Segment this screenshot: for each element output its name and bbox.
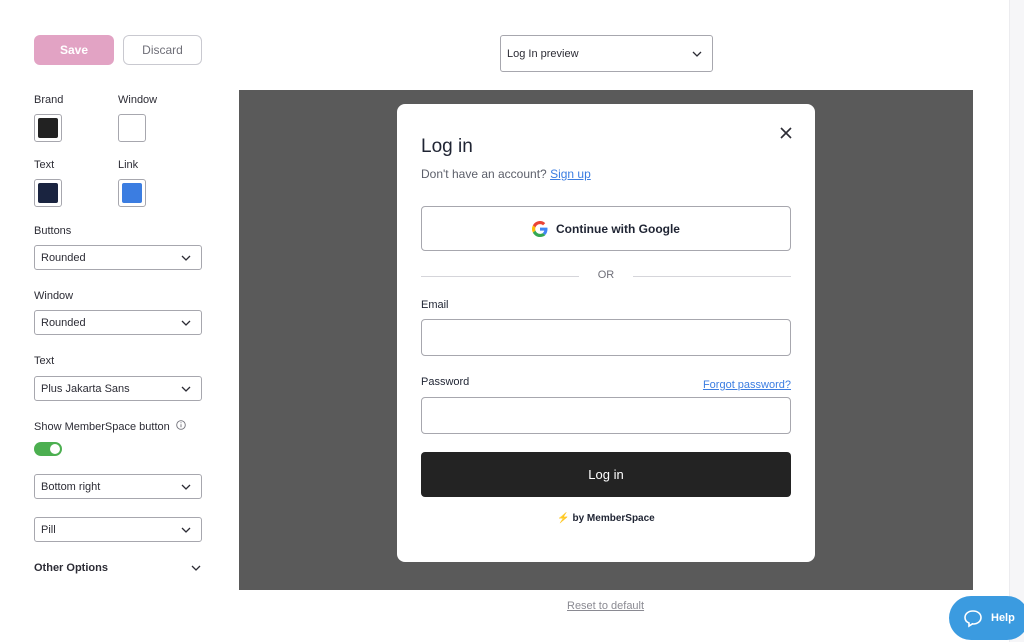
preview-select[interactable]: Log In preview — [500, 35, 713, 72]
modal-title: Log in — [421, 136, 473, 157]
email-label: Email — [421, 299, 449, 311]
buttons-style-select[interactable]: Rounded — [34, 245, 202, 270]
button-shape-value: Pill — [41, 523, 56, 536]
chevron-down-icon[interactable] — [190, 562, 202, 574]
sign-up-link[interactable]: Sign up — [550, 167, 591, 181]
show-memberspace-button-label: Show MemberSpace button — [34, 421, 170, 433]
divider-right — [633, 276, 791, 277]
chevron-down-icon — [181, 386, 191, 392]
chevron-down-icon — [181, 484, 191, 490]
chevron-down-icon — [181, 527, 191, 533]
reset-to-default-link[interactable]: Reset to default — [567, 600, 644, 612]
chevron-down-icon — [181, 320, 191, 326]
help-label: Help — [991, 612, 1015, 624]
help-button[interactable]: Help — [949, 596, 1024, 640]
preview-select-value: Log In preview — [507, 47, 579, 60]
close-icon[interactable] — [779, 126, 793, 140]
buttons-label: Buttons — [34, 225, 72, 237]
continue-with-google-button[interactable]: Continue with Google — [421, 206, 791, 251]
memberspace-byline: ⚡ by MemberSpace — [397, 513, 815, 524]
button-position-value: Bottom right — [41, 480, 101, 493]
window-color-swatch[interactable] — [118, 114, 146, 142]
modal-subtitle: Don't have an account? Sign up — [421, 167, 591, 181]
info-icon[interactable] — [176, 420, 186, 430]
byline-text: by MemberSpace — [572, 513, 655, 524]
forgot-password-link[interactable]: Forgot password? — [703, 379, 791, 391]
google-icon — [532, 220, 548, 237]
link-color-swatch[interactable] — [118, 179, 146, 207]
text-color-swatch[interactable] — [34, 179, 62, 207]
scrollbar-track[interactable] — [1009, 0, 1024, 642]
divider-left — [421, 276, 579, 277]
login-modal: Log in Don't have an account? Sign up Co… — [397, 104, 815, 562]
bolt-icon: ⚡ — [557, 513, 570, 524]
font-value: Plus Jakarta Sans — [41, 382, 130, 395]
password-label: Password — [421, 376, 470, 388]
button-shape-select[interactable]: Pill — [34, 517, 202, 542]
chevron-down-icon — [692, 51, 702, 57]
brand-color-swatch[interactable] — [34, 114, 62, 142]
email-field[interactable] — [421, 319, 791, 356]
window-style-select[interactable]: Rounded — [34, 310, 202, 335]
window-color-label: Window — [118, 94, 158, 106]
toggle-knob — [50, 444, 60, 454]
discard-button[interactable]: Discard — [123, 35, 202, 65]
link-color-label: Link — [118, 159, 139, 171]
chat-bubble-icon — [964, 610, 982, 628]
google-button-label: Continue with Google — [556, 221, 680, 236]
other-options-toggle[interactable]: Other Options — [34, 562, 108, 574]
chevron-down-icon — [181, 255, 191, 261]
show-memberspace-toggle[interactable] — [34, 442, 62, 456]
subtitle-text: Don't have an account? — [421, 167, 547, 181]
buttons-style-value: Rounded — [41, 251, 86, 264]
or-separator: OR — [597, 269, 615, 281]
save-button[interactable]: Save — [34, 35, 114, 65]
password-field[interactable] — [421, 397, 791, 434]
log-in-button[interactable]: Log in — [421, 452, 791, 497]
font-label: Text — [34, 355, 55, 367]
brand-color-label: Brand — [34, 94, 64, 106]
text-color-label: Text — [34, 159, 55, 171]
font-select[interactable]: Plus Jakarta Sans — [34, 376, 202, 401]
window-style-value: Rounded — [41, 316, 86, 329]
window-style-label: Window — [34, 290, 74, 302]
button-position-select[interactable]: Bottom right — [34, 474, 202, 499]
